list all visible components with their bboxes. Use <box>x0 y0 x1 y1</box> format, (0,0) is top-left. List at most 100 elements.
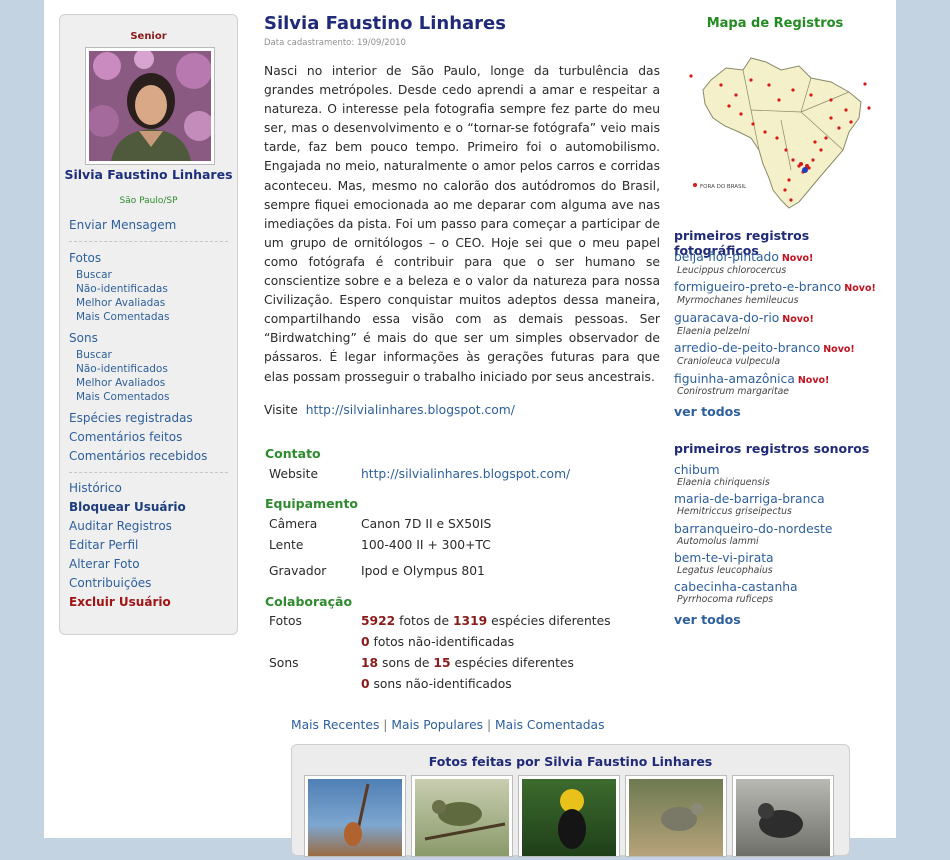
lens-value: 100-400 II + 300+TC <box>361 538 491 552</box>
registration-date: Data cadastramento: 19/09/2010 <box>264 38 406 48</box>
species-scientific-name: Cranioleuca vulpecula <box>677 356 781 367</box>
sounds-best-rated-link[interactable]: Melhor Avaliados <box>76 377 165 389</box>
photos-species-count-link[interactable]: 1319 <box>453 614 487 628</box>
thumbnail-image <box>308 779 402 856</box>
new-badge: Novo! <box>782 314 814 325</box>
photo-thumbnail[interactable] <box>625 775 727 857</box>
photos-unidentified-count-link[interactable]: 0 <box>361 635 370 649</box>
photo-thumbnail[interactable] <box>732 775 834 857</box>
species-link[interactable]: maria-de-barriga-branca <box>674 492 825 506</box>
divider <box>69 472 228 473</box>
profile-name: Silvia Faustino Linhares <box>64 167 233 182</box>
see-all-photos-link[interactable]: ver todos <box>674 404 741 419</box>
species-link[interactable]: chibum <box>674 463 720 477</box>
sounds-link[interactable]: Sons <box>69 331 98 345</box>
species-scientific-name: Legatus leucophaius <box>677 565 773 576</box>
equipment-heading: Equipamento <box>265 496 359 511</box>
photo-thumbnail[interactable] <box>518 775 620 857</box>
contributions-link[interactable]: Contribuições <box>69 576 151 590</box>
audit-records-link[interactable]: Auditar Registros <box>69 519 172 533</box>
map-legend: FORA DO BRASIL <box>700 184 747 190</box>
avatar-photo <box>89 51 211 161</box>
photos-link[interactable]: Fotos <box>69 251 101 265</box>
sounds-species-count-link[interactable]: 15 <box>433 656 450 670</box>
species-link[interactable]: barranqueiro-do-nordeste <box>674 522 832 536</box>
page: Senior Silvia Faustino Linhares São Paul <box>44 0 896 857</box>
contact-heading: Contato <box>265 446 321 461</box>
avatar[interactable] <box>85 47 215 165</box>
camera-label: Câmera <box>269 517 318 531</box>
photos-unidentified-link[interactable]: Não-identificadas <box>76 283 168 295</box>
tab-most-popular[interactable]: Mais Populares <box>391 718 483 732</box>
species-link[interactable]: formigueiro-preto-e-branco Novo! <box>674 280 876 294</box>
comments-received-link[interactable]: Comentários recebidos <box>69 449 207 463</box>
user-level-badge: Senior <box>130 31 167 42</box>
photos-gallery: Fotos feitas por Silvia Faustino Linhare… <box>291 744 850 857</box>
page-title: Silvia Faustino Linhares <box>264 13 506 34</box>
collab-sounds-unidentified: 0 sons não-identificados <box>361 677 512 691</box>
text: sons não-identificados <box>373 677 512 691</box>
species-scientific-name: Leucippus chlorocercus <box>677 265 787 276</box>
species-link[interactable]: beija-flor-pintado Novo! <box>674 250 813 264</box>
tab-most-recent[interactable]: Mais Recentes <box>291 718 379 732</box>
lens-label: Lente <box>269 538 304 552</box>
delete-user-link[interactable]: Excluir Usuário <box>69 595 171 609</box>
tab-most-commented[interactable]: Mais Comentadas <box>495 718 604 732</box>
recorder-value: Ipod e Olympus 801 <box>361 564 485 578</box>
comments-made-link[interactable]: Comentários feitos <box>69 430 182 444</box>
thumbnail-image <box>629 779 723 856</box>
text: fotos de <box>399 614 450 628</box>
species-scientific-name: Elaenia pelzelni <box>677 326 750 337</box>
profile-bio: Nasci no interior de São Paulo, longe da… <box>264 64 660 384</box>
photos-best-rated-link[interactable]: Melhor Avaliadas <box>76 297 165 309</box>
see-all-sounds-link[interactable]: ver todos <box>674 612 741 627</box>
sounds-search-link[interactable]: Buscar <box>76 349 112 361</box>
visit-label: Visite <box>264 403 298 417</box>
species-common-name: arredio-de-peito-branco <box>674 341 821 355</box>
visit-url-link[interactable]: http://silvialinhares.blogspot.com/ <box>306 403 515 417</box>
text: espécies diferentes <box>454 656 574 670</box>
species-registered-link[interactable]: Espécies registradas <box>69 411 193 425</box>
new-badge: Novo! <box>823 344 855 355</box>
species-link[interactable]: figuinha-amazônica Novo! <box>674 372 829 386</box>
first-sound-records-heading: primeiros registros sonoros <box>674 441 870 456</box>
photo-tabs: Mais Recentes | Mais Populares | Mais Co… <box>291 718 604 732</box>
tab-separator: | <box>383 718 388 732</box>
camera-value: Canon 7D II e SX50IS <box>361 517 492 531</box>
new-badge: Novo! <box>797 375 830 386</box>
species-link[interactable]: bem-te-vi-pirata <box>674 551 774 565</box>
collab-photos-summary: 5922 fotos de 1319 espécies diferentes <box>361 614 611 628</box>
photos-most-commented-link[interactable]: Mais Comentadas <box>76 311 169 323</box>
species-scientific-name: Myrmochanes hemileucus <box>677 295 799 306</box>
send-message-link[interactable]: Enviar Mensagem <box>69 218 176 232</box>
species-scientific-name: Automolus lammi <box>677 536 759 547</box>
history-link[interactable]: Histórico <box>69 481 122 495</box>
records-map[interactable]: FORA DO BRASIL <box>681 40 877 210</box>
profile-sidebar: Senior Silvia Faustino Linhares São Paul <box>59 14 238 635</box>
website-link[interactable]: http://silvialinhares.blogspot.com/ <box>361 467 570 481</box>
photo-thumbnail[interactable] <box>411 775 513 857</box>
species-link[interactable]: arredio-de-peito-branco Novo! <box>674 341 855 355</box>
edit-profile-link[interactable]: Editar Perfil <box>69 538 138 552</box>
text: fotos não-identificadas <box>373 635 515 649</box>
photo-thumbnail[interactable] <box>304 775 406 857</box>
sounds-unidentified-count-link[interactable]: 0 <box>361 677 370 691</box>
collaboration-heading: Colaboração <box>265 594 353 609</box>
sounds-unidentified-link[interactable]: Não-identificados <box>76 363 168 375</box>
website-label: Website <box>269 467 319 481</box>
sounds-count-link[interactable]: 18 <box>361 656 378 670</box>
collab-photos-unidentified: 0 fotos não-identificadas <box>361 635 514 649</box>
species-common-name: formigueiro-preto-e-branco <box>674 280 842 294</box>
sounds-most-commented-link[interactable]: Mais Comentados <box>76 391 169 403</box>
species-scientific-name: Conirostrum margaritae <box>677 386 790 397</box>
photos-search-link[interactable]: Buscar <box>76 269 112 281</box>
collab-sounds-label: Sons <box>269 656 299 670</box>
photos-count-link[interactable]: 5922 <box>361 614 395 628</box>
species-link[interactable]: cabecinha-castanha <box>674 580 798 594</box>
species-link[interactable]: guaracava-do-rio Novo! <box>674 311 814 325</box>
change-photo-link[interactable]: Alterar Foto <box>69 557 140 571</box>
profile-location: São Paulo/SP <box>119 196 178 206</box>
block-user-link[interactable]: Bloquear Usuário <box>69 500 186 514</box>
collab-photos-label: Fotos <box>269 614 302 628</box>
species-common-name: guaracava-do-rio <box>674 311 780 325</box>
